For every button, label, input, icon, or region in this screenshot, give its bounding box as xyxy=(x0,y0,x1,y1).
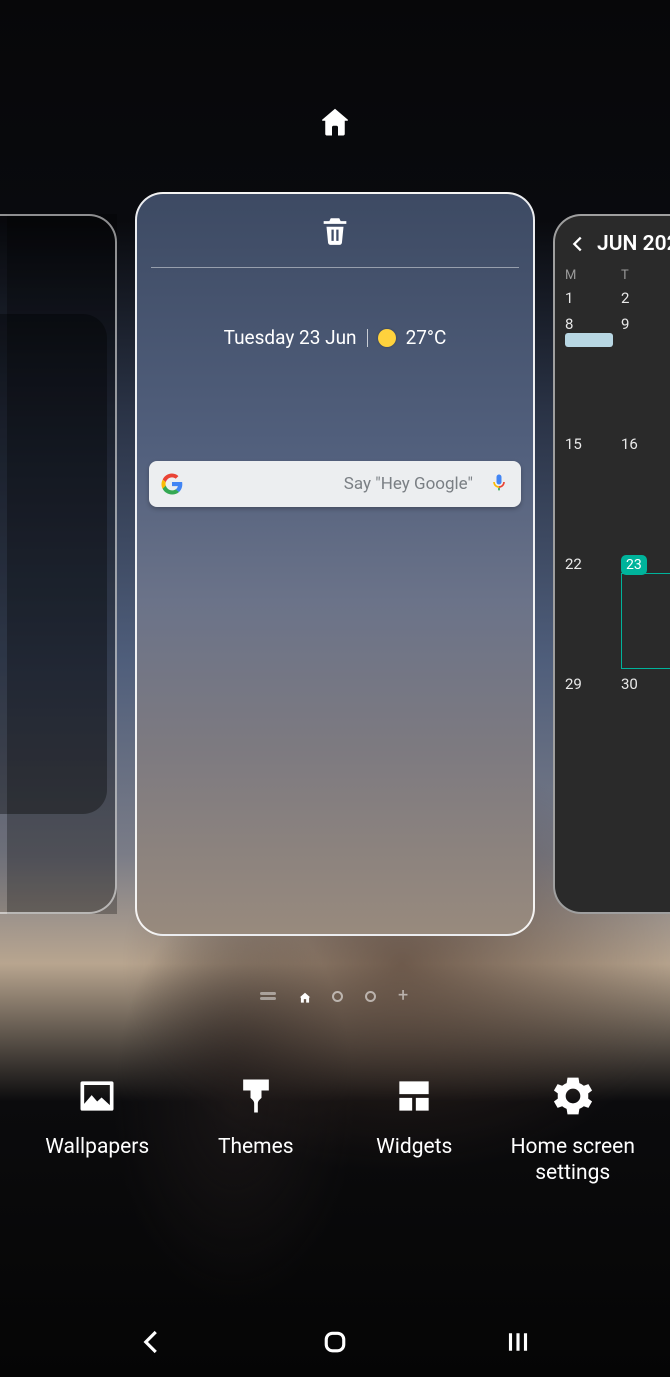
remove-page-button[interactable] xyxy=(151,194,519,268)
calendar-day-header: T xyxy=(621,264,670,285)
recents-icon xyxy=(502,1327,534,1357)
page-dot[interactable] xyxy=(332,991,343,1002)
launcher-options-row: Wallpapers Themes Widgets Home screen se… xyxy=(0,1072,670,1187)
sun-icon xyxy=(378,329,396,347)
chevron-left-icon xyxy=(567,233,589,255)
page-indicator[interactable]: + xyxy=(260,990,410,1002)
calendar-cell[interactable]: 2 xyxy=(621,285,670,311)
calendar-today-pill: 23 xyxy=(621,555,647,575)
page-dot-feed[interactable] xyxy=(260,992,276,1000)
option-label: Wallpapers xyxy=(45,1134,149,1160)
grid-icon xyxy=(392,1074,436,1118)
brush-icon xyxy=(234,1074,278,1118)
calendar-cell[interactable]: 29 xyxy=(565,671,621,791)
date-weather-widget[interactable]: Tuesday 23 Jun 27°C xyxy=(137,326,533,349)
chevron-left-icon xyxy=(137,1327,167,1357)
option-label: Home screen settings xyxy=(498,1134,648,1187)
page-dot-add[interactable]: + xyxy=(398,990,410,1002)
page-preview-calendar[interactable]: JUN 2020 M T 1 2 8 9 15 16 22 23 29 30 xyxy=(553,214,670,914)
default-home-indicator-icon[interactable] xyxy=(317,104,353,144)
weather-temp: 27°C xyxy=(406,326,447,349)
homescreen-pages-carousel[interactable]: Tuesday 23 Jun 27°C Say "Hey Google" xyxy=(0,192,670,936)
calendar-cell-today[interactable]: 23 xyxy=(621,551,670,671)
option-label: Themes xyxy=(218,1134,294,1160)
google-search-widget[interactable]: Say "Hey Google" xyxy=(149,461,521,507)
calendar-month-title: JUN 2020 xyxy=(597,232,670,256)
page-preview-home[interactable]: Tuesday 23 Jun 27°C Say "Hey Google" xyxy=(135,192,535,936)
image-icon xyxy=(75,1074,119,1118)
page-dot[interactable] xyxy=(365,991,376,1002)
calendar-event-bar xyxy=(565,333,613,347)
date-text: Tuesday 23 Jun xyxy=(224,326,357,349)
calendar-cell[interactable]: 16 xyxy=(621,431,670,551)
calendar-cell[interactable]: 1 xyxy=(565,285,621,311)
page-preview-left[interactable] xyxy=(7,214,117,914)
page-dot-home-active[interactable] xyxy=(298,990,310,1002)
calendar-cell[interactable]: 8 xyxy=(565,311,621,431)
google-logo-icon xyxy=(161,473,183,495)
calendar-today-outline xyxy=(621,573,670,669)
calendar-grid[interactable]: M T 1 2 8 9 15 16 22 23 29 30 xyxy=(555,264,670,791)
nav-back-button[interactable] xyxy=(112,1327,192,1357)
search-placeholder: Say "Hey Google" xyxy=(193,474,479,494)
home-outline-icon xyxy=(320,1327,350,1357)
calendar-cell[interactable]: 9 xyxy=(621,311,670,431)
gear-icon xyxy=(551,1074,595,1118)
widgets-button[interactable]: Widgets xyxy=(339,1072,489,1187)
calendar-day-header: M xyxy=(565,264,621,285)
divider xyxy=(367,329,368,347)
option-label: Widgets xyxy=(376,1134,452,1160)
calendar-header[interactable]: JUN 2020 xyxy=(555,216,670,264)
nav-home-button[interactable] xyxy=(295,1327,375,1357)
trash-icon xyxy=(318,214,352,248)
themes-button[interactable]: Themes xyxy=(181,1072,331,1187)
home-settings-button[interactable]: Home screen settings xyxy=(498,1072,648,1187)
system-navbar xyxy=(0,1327,670,1357)
calendar-cell[interactable]: 22 xyxy=(565,551,621,671)
mic-icon[interactable] xyxy=(489,472,509,496)
calendar-cell[interactable]: 30 xyxy=(621,671,670,791)
nav-recents-button[interactable] xyxy=(478,1327,558,1357)
wallpapers-button[interactable]: Wallpapers xyxy=(22,1072,172,1187)
calendar-cell[interactable]: 15 xyxy=(565,431,621,551)
